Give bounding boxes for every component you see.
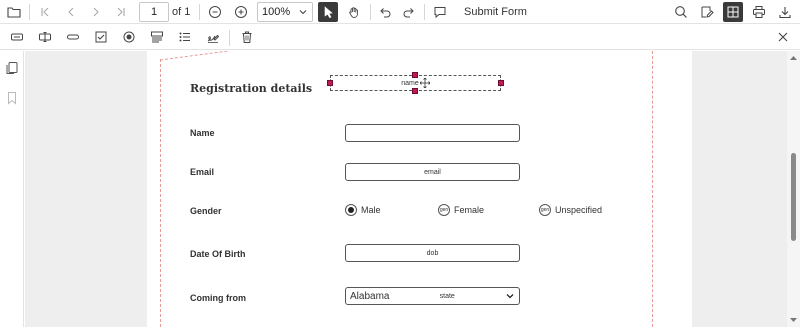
toolbar-divider	[229, 30, 230, 46]
scroll-down-icon[interactable]	[790, 317, 797, 323]
open-file-icon[interactable]	[4, 2, 24, 22]
signature-field-icon[interactable]	[203, 27, 223, 47]
form-designer-icon[interactable]	[723, 2, 743, 22]
page-thumbnails-icon[interactable]	[5, 61, 19, 80]
bookmark-icon[interactable]	[5, 91, 19, 110]
chevron-down-icon	[299, 10, 307, 15]
vertical-scrollbar[interactable]	[787, 51, 800, 327]
radio-button-field-icon[interactable]	[119, 27, 139, 47]
gender-male-option[interactable]: Male	[345, 204, 381, 216]
state-field-name: state	[439, 292, 455, 300]
toolbar-divider	[199, 4, 200, 20]
email-field[interactable]: email	[345, 163, 520, 181]
toolbar-divider	[29, 4, 30, 20]
comment-icon[interactable]	[430, 2, 450, 22]
gender-label: Gender	[190, 206, 222, 216]
redo-icon[interactable]	[399, 2, 419, 22]
previous-page-icon[interactable]	[61, 2, 81, 22]
toolbar-divider	[424, 4, 425, 20]
zoom-out-icon[interactable]	[205, 2, 225, 22]
submit-form-button[interactable]: Submit Form	[459, 2, 532, 22]
radio-button-female[interactable]: gen	[438, 204, 450, 216]
edit-annotation-icon[interactable]	[697, 2, 717, 22]
pan-tool-icon[interactable]	[344, 2, 364, 22]
close-icon[interactable]	[773, 27, 793, 47]
gender-male-label: Male	[361, 205, 381, 215]
zoom-value: 100%	[262, 6, 291, 18]
pdf-page: Registration details name Name Email ema…	[147, 51, 692, 327]
dropdown-field-icon[interactable]	[147, 27, 167, 47]
next-page-icon[interactable]	[86, 2, 106, 22]
scrollbar-thumb[interactable]	[791, 153, 796, 241]
chevron-down-icon	[506, 294, 514, 299]
search-icon[interactable]	[671, 2, 691, 22]
toolbar-divider	[370, 4, 371, 20]
zoom-dropdown[interactable]: 100%	[257, 2, 313, 22]
radio-button-male[interactable]	[345, 204, 357, 216]
dob-field[interactable]: dob	[345, 244, 520, 262]
page-border-right	[652, 51, 653, 327]
radio-button-unspecified[interactable]: gen	[539, 204, 551, 216]
radio-selected-dot	[348, 207, 354, 213]
main-toolbar: 1 of 1 100% Submit Form	[0, 0, 800, 24]
print-icon[interactable]	[749, 2, 769, 22]
delete-icon[interactable]	[237, 27, 257, 47]
coming-from-label: Coming from	[190, 293, 246, 303]
checkbox-field-icon[interactable]	[91, 27, 111, 47]
resize-handle-left[interactable]	[327, 80, 333, 86]
form-title: Registration details	[190, 82, 313, 95]
selection-tool-icon[interactable]	[318, 2, 338, 22]
form-fields-toolbar	[0, 25, 800, 50]
resize-handle-top[interactable]	[412, 72, 418, 78]
name-label: Name	[190, 128, 215, 138]
dob-label: Date Of Birth	[190, 249, 246, 259]
resize-handle-right[interactable]	[498, 80, 504, 86]
textbox-field-icon[interactable]	[7, 27, 27, 47]
password-field-icon[interactable]	[35, 27, 55, 47]
gender-female-label: Female	[454, 205, 485, 215]
zoom-in-icon[interactable]	[231, 2, 251, 22]
first-page-icon[interactable]	[35, 2, 55, 22]
button-field-icon[interactable]	[63, 27, 83, 47]
email-label: Email	[190, 167, 215, 177]
gender-unspecified-label: Unspecified	[555, 205, 603, 215]
move-cursor-icon	[419, 78, 430, 88]
navigation-sidebar	[0, 51, 24, 327]
resize-handle-bottom[interactable]	[412, 88, 418, 94]
page-border-top	[160, 51, 229, 61]
state-selected-value: Alabama	[350, 290, 390, 302]
page-count: of 1	[172, 6, 191, 18]
undo-icon[interactable]	[375, 2, 395, 22]
page-border-left	[160, 59, 161, 327]
selected-field-label: name	[401, 79, 419, 87]
scroll-up-icon[interactable]	[790, 55, 797, 61]
document-viewer[interactable]: Registration details name Name Email ema…	[25, 51, 787, 327]
download-icon[interactable]	[775, 2, 795, 22]
page-number-input[interactable]: 1	[139, 2, 169, 22]
list-box-field-icon[interactable]	[175, 27, 195, 47]
gender-unspecified-option[interactable]: gen Unspecified	[539, 204, 602, 216]
name-field[interactable]	[345, 124, 520, 142]
state-dropdown[interactable]: Alabama state	[345, 287, 520, 305]
last-page-icon[interactable]	[111, 2, 131, 22]
gender-female-option[interactable]: gen Female	[438, 204, 484, 216]
